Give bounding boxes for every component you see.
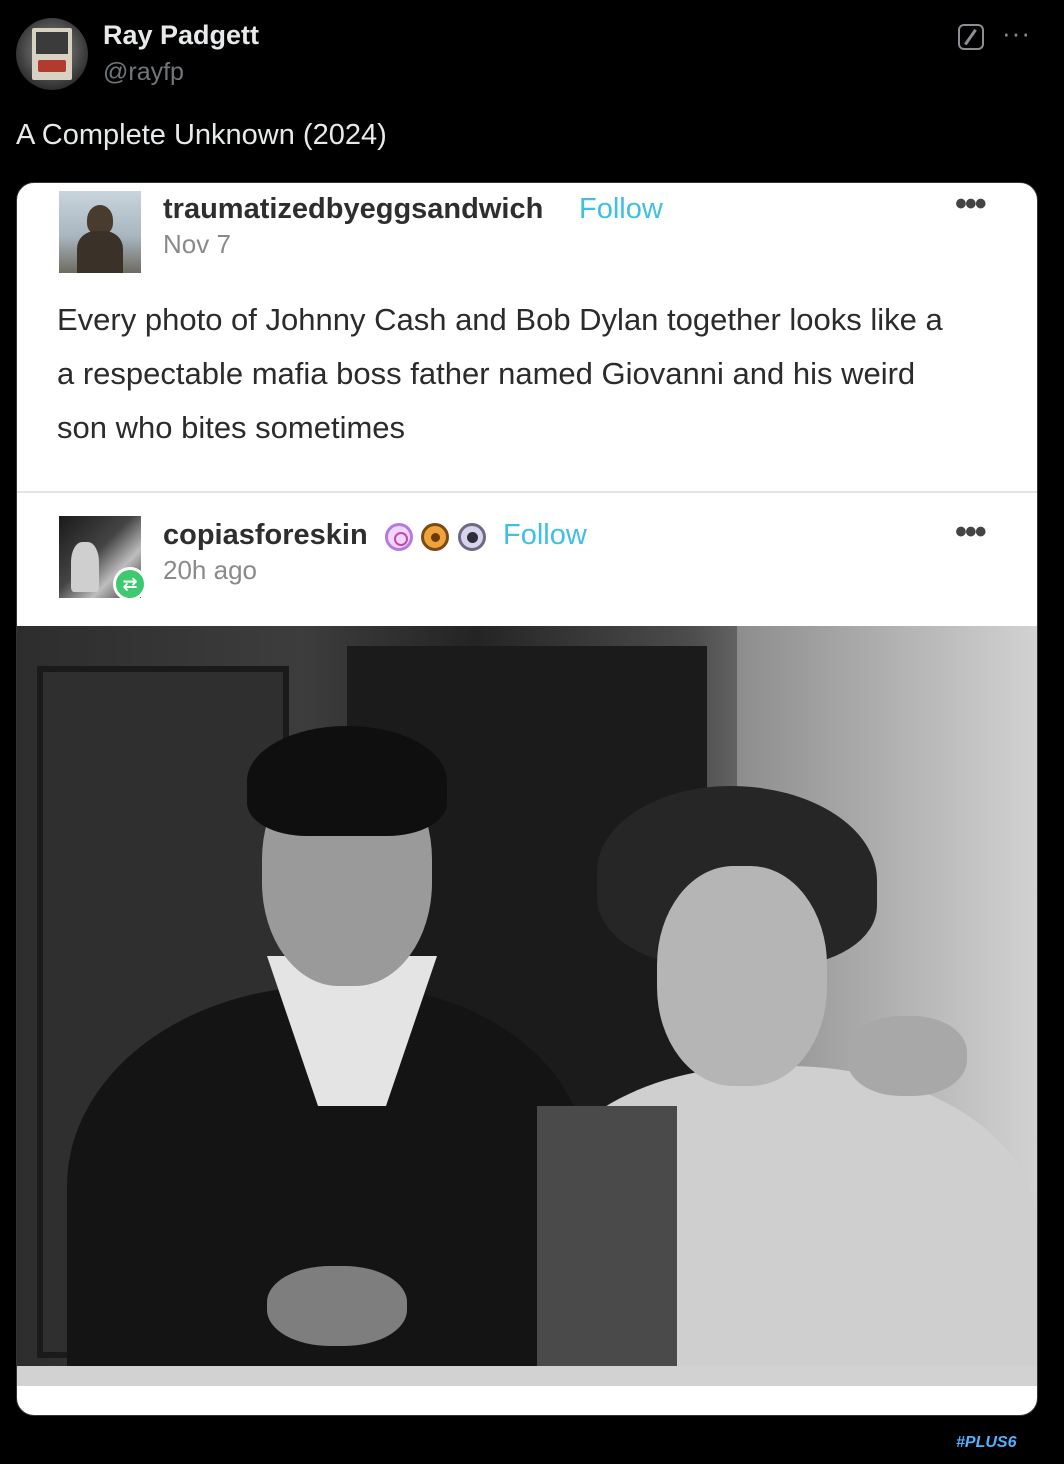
author-display-name[interactable]: Ray Padgett [103,20,259,51]
reblog-username: copiasforeskin [163,519,368,551]
black-white-photo [17,626,1037,1366]
paw-badge-icon [421,523,449,551]
reblog-follow-label: Follow [503,519,587,551]
reblog-date: 20h ago [163,555,257,585]
author-handle[interactable]: @rayfp [103,58,184,87]
post-follow-label: Follow [579,193,663,225]
avatar-figure-body [77,231,123,273]
photo-pointing-hand [267,1266,407,1346]
reblog-icon: ⇄ [113,567,147,601]
post-username: traumatizedbyeggsandwich [163,193,544,225]
tweet-media-image[interactable]: traumatizedbyeggsandwich Follow Nov 7 ••… [16,182,1038,1416]
author-avatar[interactable] [16,18,88,90]
photo-man2-jacket [537,1106,677,1366]
robot-badge-icon [458,523,486,551]
watermark-logo: #PLUS6 [956,1434,1016,1452]
tweet-text: A Complete Unknown (2024) [16,119,387,151]
post-divider [17,491,1037,493]
photo-hand-on-shoulder [847,1016,967,1096]
avatar-book-image [32,28,72,80]
watermark-suffix: 6 [1007,1434,1017,1451]
podcast-badge-icon [385,523,413,551]
post-avatar [59,191,141,273]
photo-man2-face [657,866,827,1086]
more-options-icon[interactable]: ··· [1002,18,1031,49]
post-more-icon: ••• [955,185,987,223]
photo-man1-hair [247,726,447,836]
grok-icon[interactable] [958,24,984,50]
post-date: Nov 7 [163,229,231,259]
reblog-more-icon: ••• [955,513,987,551]
watermark-brand: PLUS [964,1434,1008,1451]
avatar-figure [71,542,99,592]
watermark-prefix: # [956,1434,965,1451]
image-bottom-bar [17,1366,1037,1386]
post-body-text: Every photo of Johnny Cash and Bob Dylan… [57,302,943,445]
